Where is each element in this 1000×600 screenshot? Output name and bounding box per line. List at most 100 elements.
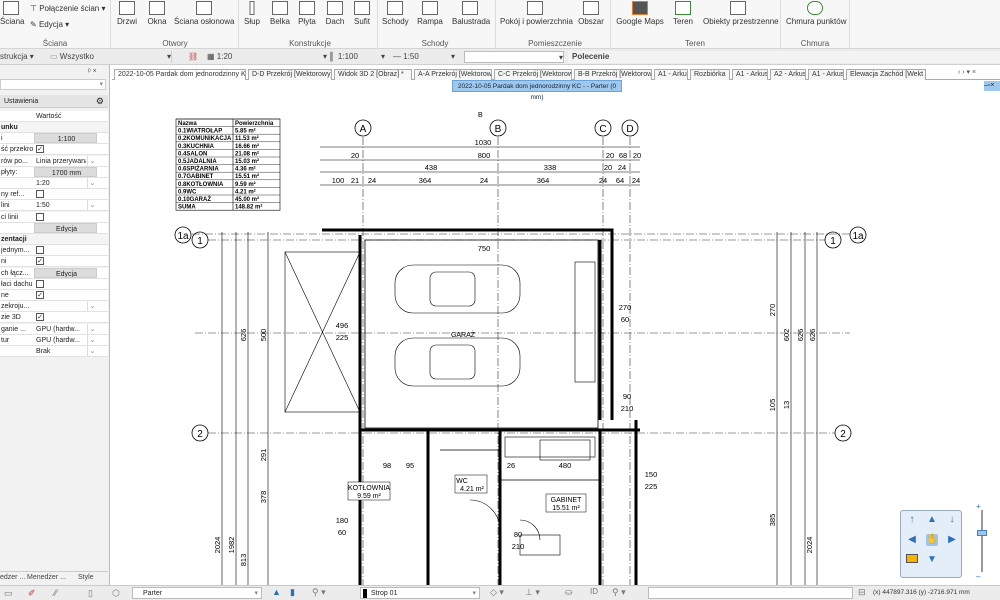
construction-dropdown[interactable]: strukcja ▾ [0, 51, 50, 63]
property-section[interactable]: zentacji [0, 234, 108, 245]
panel-selector-dropdown[interactable]: ▾ [0, 79, 106, 90]
property-checkbox[interactable] [36, 246, 44, 255]
eraser-tool-icon[interactable]: ◇ ▾ [490, 587, 504, 598]
chevron-down-icon[interactable]: ⌄ [87, 178, 97, 188]
ribbon-wall-join-button[interactable]: ⊤ Połączenie ścian ▾ [30, 4, 106, 13]
eraser-icon[interactable]: ✐ [28, 588, 36, 599]
property-button[interactable]: Edycja [34, 222, 97, 233]
property-button[interactable]: 1700 mm [34, 166, 97, 177]
document-tab[interactable]: A2 - Arkusz [770, 69, 806, 80]
ribbon-door-button[interactable]: Drzwi [116, 1, 138, 26]
chevron-down-icon[interactable]: ⌄ [87, 346, 97, 356]
wand-icon[interactable]: ⚲ ▾ [312, 587, 326, 598]
pin-icon[interactable]: ᵖ × [88, 68, 97, 75]
document-tab[interactable]: Widok 3D 2 [Obraz] * [334, 69, 412, 80]
pan-left-icon[interactable]: ◀ [906, 534, 918, 546]
search-icon[interactable]: ⚲ ▾ [612, 587, 626, 598]
property-select[interactable]: GPU (hardw... [34, 324, 86, 334]
measure-icon[interactable]: ⊥ ▾ [525, 587, 540, 598]
floor-up-icon[interactable]: ▲ [272, 587, 281, 597]
document-tab[interactable]: B-B Przekrój [Wektorowy] [574, 69, 652, 80]
ribbon-area-button[interactable]: Obszar [578, 1, 604, 26]
ribbon-spatial-objects-button[interactable]: Obiekty przestrzenne [703, 1, 779, 26]
floor-dropdown[interactable]: Parter ▾ [132, 587, 262, 599]
pan-up-icon[interactable]: ▲ [926, 514, 938, 526]
property-checkbox[interactable] [36, 212, 44, 221]
layer-view-icon[interactable] [906, 554, 918, 563]
property-button[interactable]: 1:100 [34, 133, 97, 144]
property-select[interactable]: Linia przerywana [34, 156, 86, 166]
property-checkbox[interactable]: ✓ [36, 313, 44, 322]
property-select[interactable]: GPU (hardw... [34, 335, 86, 345]
select-icon[interactable]: ▭ [4, 588, 13, 599]
document-tab[interactable]: 2022-10-05 Pardak dom jednorodzinny KC [114, 69, 246, 80]
bucket-icon[interactable]: ⛀ [565, 587, 573, 598]
ribbon-railing-button[interactable]: Balustrada [452, 1, 490, 26]
tab-manager-1[interactable]: edzer ... [0, 572, 25, 584]
document-tab[interactable]: Elewacja Zachód [Wekt [846, 69, 926, 80]
floor-plan-canvas[interactable]: A B C D 1a 1 1 1a 2 2 B 1030 20 800 20 68 20 4… [110, 92, 1000, 585]
tab-manager-2[interactable]: Menedżer ... [27, 572, 66, 584]
pan-up-left-icon[interactable]: ↑ [906, 514, 918, 526]
pan-up-right-icon[interactable]: ↓ [946, 514, 958, 526]
link-icon[interactable]: ⛓ [188, 51, 198, 63]
window-controls[interactable]: –▫× [984, 81, 1000, 91]
slab-dropdown[interactable]: Strop 01 ▾ [360, 587, 480, 599]
page-icon[interactable]: ▯ [88, 588, 93, 599]
ribbon-google-maps-button[interactable]: Google Maps [616, 1, 664, 26]
property-checkbox[interactable] [36, 279, 44, 288]
hand-pan-icon[interactable]: ✋ [926, 534, 938, 546]
floor-down-icon[interactable]: ▮ [290, 587, 295, 598]
id-icon[interactable]: ID [590, 587, 598, 596]
ribbon-beam-button[interactable]: Belka [268, 1, 292, 26]
property-checkbox[interactable]: ✓ [36, 257, 44, 266]
document-tab[interactable]: D-D Przekrój [Wektorowy] [248, 69, 332, 80]
zoom-slider-handle[interactable] [977, 530, 987, 536]
ribbon-stairs-button[interactable]: Schody [382, 1, 409, 26]
zoom-slider[interactable]: + – [976, 502, 988, 582]
pan-right-icon[interactable]: ▶ [946, 534, 958, 546]
ribbon-window-button[interactable]: Okna [146, 1, 168, 26]
line-tool-icon[interactable]: ⁄⁄ [54, 588, 57, 598]
command-field[interactable]: Polecenie [568, 51, 1000, 63]
ribbon-terrain-button[interactable]: Teren [672, 1, 694, 26]
document-tab[interactable]: A1 - Arkusz [732, 69, 768, 80]
property-checkbox[interactable]: ✓ [36, 145, 44, 154]
document-tab[interactable]: C-C Przekrój [Wektorowy] [494, 69, 572, 80]
ribbon-ceiling-button[interactable]: Sufit [352, 1, 372, 26]
property-select[interactable]: Brak [34, 346, 86, 356]
property-select[interactable]: 1:50 [34, 200, 86, 210]
chevron-down-icon[interactable]: ⌄ [87, 155, 97, 166]
document-tab[interactable]: A-A Przekrój [Wektorowy] [414, 69, 492, 80]
document-tab[interactable]: Rozbiórka [690, 69, 730, 80]
fit-icon[interactable]: ⊟ [858, 587, 866, 598]
view-scale-dropdown[interactable]: ▌ 1:100 ▾ [330, 51, 385, 63]
property-checkbox[interactable]: ✓ [36, 291, 44, 299]
chevron-down-icon[interactable]: ⌄ [87, 334, 97, 345]
status-input[interactable] [648, 587, 853, 599]
property-checkbox[interactable] [36, 190, 44, 199]
property-select[interactable] [34, 301, 86, 311]
ribbon-point-cloud-button[interactable]: Chmura punktów [786, 1, 846, 26]
ribbon-room-button[interactable]: Pokój i powierzchnia [500, 1, 573, 26]
chevron-down-icon[interactable]: ⌄ [87, 200, 97, 211]
pan-down-icon[interactable]: ▼ [926, 554, 938, 566]
chevron-down-icon[interactable]: ⌄ [87, 301, 97, 312]
line-scale-dropdown[interactable]: — 1:50 ▾ [393, 51, 455, 63]
ribbon-column-button[interactable]: Słup [242, 1, 262, 26]
layer-filter-dropdown[interactable]: ▭ Wszystko ▾ [50, 51, 172, 63]
document-tab[interactable]: A1 - Arkusz [654, 69, 688, 80]
chevron-down-icon[interactable]: ⌄ [87, 323, 97, 334]
ribbon-edit-button[interactable]: ✎ Edycja ▾ [30, 20, 69, 29]
tab-scroll-controls[interactable]: ‹ › ▾ × [958, 68, 976, 76]
ribbon-roof-button[interactable]: Dach [324, 1, 346, 26]
ribbon-slab-button[interactable]: Płyta [297, 1, 317, 26]
gear-icon[interactable]: ⚙ [96, 95, 104, 108]
ribbon-wall-button[interactable]: Ściana [0, 1, 24, 26]
document-tab[interactable]: A1 - Arkusz [808, 69, 844, 80]
ribbon-ramp-button[interactable]: Rampa [417, 1, 443, 26]
property-button[interactable]: Edycja [34, 267, 97, 278]
tab-style[interactable]: Style [78, 572, 94, 584]
ribbon-curtain-wall-button[interactable]: Ściana osłonowa [174, 1, 234, 26]
cube-icon[interactable]: ⬡ [112, 588, 120, 599]
